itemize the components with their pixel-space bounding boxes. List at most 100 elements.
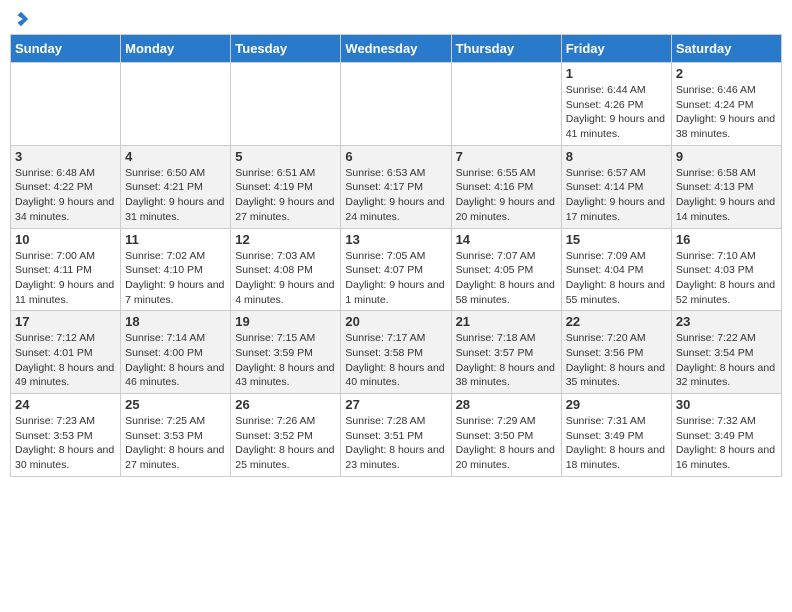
calendar-day-header: Wednesday (341, 35, 451, 63)
day-number: 29 (566, 397, 667, 412)
day-info: Sunrise: 7:18 AM Sunset: 3:57 PM Dayligh… (456, 331, 557, 390)
calendar-day-cell: 6Sunrise: 6:53 AM Sunset: 4:17 PM Daylig… (341, 145, 451, 228)
day-info: Sunrise: 7:20 AM Sunset: 3:56 PM Dayligh… (566, 331, 667, 390)
logo (10, 10, 32, 28)
calendar-table: SundayMondayTuesdayWednesdayThursdayFrid… (10, 34, 782, 477)
calendar-day-cell: 13 Sunrise: 7:05 AM Sunset: 4:07 PM Dayli… (341, 228, 451, 311)
day-number: 30 (676, 397, 777, 412)
day-info: Sunrise: 7:05 AM Sunset: 4:07 PM Dayligh… (345, 249, 446, 308)
day-info: Sunrise: 7:10 AM Sunset: 4:03 PM Dayligh… (676, 249, 777, 308)
calendar-day-cell: 19Sunrise: 7:15 AM Sunset: 3:59 PM Dayli… (231, 311, 341, 394)
day-number: 4 (125, 149, 226, 164)
calendar-day-cell: 5 Sunrise: 6:51 AM Sunset: 4:19 PM Daylig… (231, 145, 341, 228)
calendar-header-row: SundayMondayTuesdayWednesdayThursdayFrid… (11, 35, 782, 63)
calendar-day-cell: 16 Sunrise: 7:10 AM Sunset: 4:03 PM Dayli… (671, 228, 781, 311)
calendar-day-cell (341, 63, 451, 146)
calendar-day-header: Monday (121, 35, 231, 63)
calendar-day-cell: 20 Sunrise: 7:17 AM Sunset: 3:58 PM Dayli… (341, 311, 451, 394)
calendar-day-cell: 11 Sunrise: 7:02 AM Sunset: 4:10 PM Dayli… (121, 228, 231, 311)
day-number: 9 (676, 149, 777, 164)
calendar-day-cell (231, 63, 341, 146)
day-info: Sunrise: 6:51 AM Sunset: 4:19 PM Dayligh… (235, 166, 336, 225)
calendar-day-cell: 25 Sunrise: 7:25 AM Sunset: 3:53 PM Dayli… (121, 394, 231, 477)
day-info: Sunrise: 7:17 AM Sunset: 3:58 PM Dayligh… (345, 331, 446, 390)
logo-icon (12, 10, 30, 28)
day-number: 25 (125, 397, 226, 412)
calendar-day-cell: 9 Sunrise: 6:58 AM Sunset: 4:13 PM Daylig… (671, 145, 781, 228)
day-info: Sunrise: 7:28 AM Sunset: 3:51 PM Dayligh… (345, 414, 446, 473)
calendar-day-cell: 26 Sunrise: 7:26 AM Sunset: 3:52 PM Dayli… (231, 394, 341, 477)
calendar-day-cell: 28 Sunrise: 7:29 AM Sunset: 3:50 PM Dayli… (451, 394, 561, 477)
calendar-day-cell: 7 Sunrise: 6:55 AM Sunset: 4:16 PM Daylig… (451, 145, 561, 228)
day-number: 27 (345, 397, 446, 412)
day-number: 19 (235, 314, 336, 329)
day-info: Sunrise: 6:58 AM Sunset: 4:13 PM Dayligh… (676, 166, 777, 225)
calendar-day-cell: 23Sunrise: 7:22 AM Sunset: 3:54 PM Dayli… (671, 311, 781, 394)
day-info: Sunrise: 6:53 AM Sunset: 4:17 PM Dayligh… (345, 166, 446, 225)
calendar-body: 1 Sunrise: 6:44 AM Sunset: 4:26 PM Daylig… (11, 63, 782, 477)
day-info: Sunrise: 6:55 AM Sunset: 4:16 PM Dayligh… (456, 166, 557, 225)
calendar-week-row: 24Sunrise: 7:23 AM Sunset: 3:53 PM Dayli… (11, 394, 782, 477)
day-number: 12 (235, 232, 336, 247)
day-info: Sunrise: 7:02 AM Sunset: 4:10 PM Dayligh… (125, 249, 226, 308)
calendar-day-cell: 27 Sunrise: 7:28 AM Sunset: 3:51 PM Dayli… (341, 394, 451, 477)
day-info: Sunrise: 7:29 AM Sunset: 3:50 PM Dayligh… (456, 414, 557, 473)
day-number: 11 (125, 232, 226, 247)
day-number: 26 (235, 397, 336, 412)
day-info: Sunrise: 7:09 AM Sunset: 4:04 PM Dayligh… (566, 249, 667, 308)
day-info: Sunrise: 6:46 AM Sunset: 4:24 PM Dayligh… (676, 83, 777, 142)
day-number: 17 (15, 314, 116, 329)
day-info: Sunrise: 6:57 AM Sunset: 4:14 PM Dayligh… (566, 166, 667, 225)
calendar-day-cell: 15 Sunrise: 7:09 AM Sunset: 4:04 PM Dayli… (561, 228, 671, 311)
day-info: Sunrise: 7:25 AM Sunset: 3:53 PM Dayligh… (125, 414, 226, 473)
calendar-day-header: Sunday (11, 35, 121, 63)
day-number: 1 (566, 66, 667, 81)
day-number: 14 (456, 232, 557, 247)
calendar-day-cell (11, 63, 121, 146)
day-info: Sunrise: 7:00 AM Sunset: 4:11 PM Dayligh… (15, 249, 116, 308)
day-number: 8 (566, 149, 667, 164)
day-info: Sunrise: 7:32 AM Sunset: 3:49 PM Dayligh… (676, 414, 777, 473)
calendar-day-cell: 1 Sunrise: 6:44 AM Sunset: 4:26 PM Daylig… (561, 63, 671, 146)
day-number: 3 (15, 149, 116, 164)
calendar-day-cell: 2 Sunrise: 6:46 AM Sunset: 4:24 PM Daylig… (671, 63, 781, 146)
page-header (10, 10, 782, 28)
calendar-day-header: Thursday (451, 35, 561, 63)
calendar-day-cell (121, 63, 231, 146)
calendar-day-header: Saturday (671, 35, 781, 63)
day-info: Sunrise: 6:48 AM Sunset: 4:22 PM Dayligh… (15, 166, 116, 225)
day-number: 16 (676, 232, 777, 247)
calendar-day-cell: 12 Sunrise: 7:03 AM Sunset: 4:08 PM Dayli… (231, 228, 341, 311)
day-info: Sunrise: 6:44 AM Sunset: 4:26 PM Dayligh… (566, 83, 667, 142)
day-number: 21 (456, 314, 557, 329)
day-info: Sunrise: 7:03 AM Sunset: 4:08 PM Dayligh… (235, 249, 336, 308)
calendar-day-cell: 29 Sunrise: 7:31 AM Sunset: 3:49 PM Dayli… (561, 394, 671, 477)
day-info: Sunrise: 7:26 AM Sunset: 3:52 PM Dayligh… (235, 414, 336, 473)
calendar-week-row: 1 Sunrise: 6:44 AM Sunset: 4:26 PM Daylig… (11, 63, 782, 146)
day-number: 13 (345, 232, 446, 247)
day-info: Sunrise: 7:22 AM Sunset: 3:54 PM Dayligh… (676, 331, 777, 390)
day-number: 28 (456, 397, 557, 412)
day-info: Sunrise: 7:31 AM Sunset: 3:49 PM Dayligh… (566, 414, 667, 473)
day-number: 15 (566, 232, 667, 247)
calendar-week-row: 17 Sunrise: 7:12 AM Sunset: 4:01 PM Dayli… (11, 311, 782, 394)
calendar-week-row: 3 Sunrise: 6:48 AM Sunset: 4:22 PM Daylig… (11, 145, 782, 228)
day-info: Sunrise: 6:50 AM Sunset: 4:21 PM Dayligh… (125, 166, 226, 225)
day-info: Sunrise: 7:14 AM Sunset: 4:00 PM Dayligh… (125, 331, 226, 390)
calendar-day-cell: 30 Sunrise: 7:32 AM Sunset: 3:49 PM Dayli… (671, 394, 781, 477)
calendar-day-cell: 18 Sunrise: 7:14 AM Sunset: 4:00 PM Dayli… (121, 311, 231, 394)
day-number: 2 (676, 66, 777, 81)
day-number: 7 (456, 149, 557, 164)
day-info: Sunrise: 7:23 AM Sunset: 3:53 PM Dayligh… (15, 414, 116, 473)
calendar-day-cell: 10 Sunrise: 7:00 AM Sunset: 4:11 PM Dayli… (11, 228, 121, 311)
calendar-day-cell: 17 Sunrise: 7:12 AM Sunset: 4:01 PM Dayli… (11, 311, 121, 394)
day-number: 18 (125, 314, 226, 329)
day-number: 20 (345, 314, 446, 329)
day-info: Sunrise: 7:12 AM Sunset: 4:01 PM Dayligh… (15, 331, 116, 390)
calendar-day-cell: 21 Sunrise: 7:18 AM Sunset: 3:57 PM Dayli… (451, 311, 561, 394)
calendar-week-row: 10 Sunrise: 7:00 AM Sunset: 4:11 PM Dayli… (11, 228, 782, 311)
calendar-day-cell: 3 Sunrise: 6:48 AM Sunset: 4:22 PM Daylig… (11, 145, 121, 228)
day-number: 10 (15, 232, 116, 247)
day-number: 5 (235, 149, 336, 164)
day-info: Sunrise: 7:07 AM Sunset: 4:05 PM Dayligh… (456, 249, 557, 308)
